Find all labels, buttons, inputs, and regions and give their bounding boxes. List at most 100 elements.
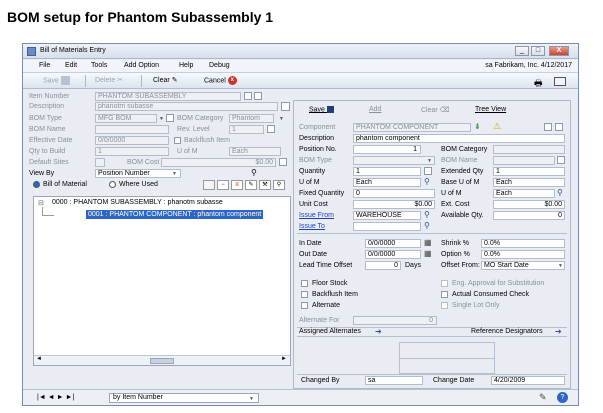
single-lot-checkbox[interactable] xyxy=(441,302,448,309)
description-expand-icon[interactable] xyxy=(281,102,290,111)
uom-field[interactable]: Each xyxy=(229,147,281,156)
tree-child-item[interactable]: 0001 : PHANTOM COMPONENT : phantom compo… xyxy=(86,210,264,219)
offset-from-select[interactable]: MO Start Date xyxy=(481,261,565,270)
unit-cost-field[interactable]: $0.00 xyxy=(353,200,435,209)
bom-type-field[interactable]: MFG BOM xyxy=(95,114,157,123)
eng-approval-checkbox[interactable] xyxy=(441,280,448,287)
bom-type-dropdown-icon[interactable]: ▼ xyxy=(427,158,432,164)
scroll-right-icon[interactable]: ► xyxy=(281,356,287,362)
issue-from-field[interactable]: WAREHOUSE xyxy=(353,211,421,220)
view-by-select[interactable]: Position Number xyxy=(95,169,181,178)
bom-cost-field[interactable]: $0.00 xyxy=(161,158,276,167)
in-date-calendar-icon[interactable]: ▦ xyxy=(424,238,432,247)
bom-type-field[interactable] xyxy=(353,156,435,165)
position-field[interactable]: 1 xyxy=(353,145,421,154)
default-sites-arrow-icon[interactable] xyxy=(95,158,105,167)
menu-debug[interactable]: Debug xyxy=(209,62,230,69)
minimize-button[interactable]: _ xyxy=(515,46,529,56)
menu-add-option[interactable]: Add Option xyxy=(124,62,159,69)
go-icon[interactable]: ⇟ xyxy=(474,122,481,131)
menu-file[interactable]: File xyxy=(39,62,50,69)
remove-icon[interactable]: − xyxy=(217,180,229,190)
radio-where-used[interactable] xyxy=(109,181,116,188)
help-icon[interactable]: ? xyxy=(557,392,568,403)
description-field[interactable]: phanotm subasse xyxy=(95,102,278,111)
issue-from-lookup-icon[interactable]: ⚲ xyxy=(424,210,430,219)
bom-name-field[interactable] xyxy=(493,156,555,165)
alternate-checkbox[interactable] xyxy=(301,302,308,309)
uom2-lookup-icon[interactable]: ⚲ xyxy=(557,188,563,197)
reference-designators-arrow-icon[interactable]: ➔ xyxy=(555,327,562,336)
horizontal-scrollbar[interactable]: ◄ ► xyxy=(34,355,290,365)
issue-from-link[interactable]: Issue From xyxy=(299,212,334,219)
menu-help[interactable]: Help xyxy=(179,62,193,69)
collapse-icon[interactable] xyxy=(203,180,215,190)
uom-field[interactable]: Each xyxy=(353,178,421,187)
tree-root-item[interactable]: 0000 : PHANTOM SUBASSEMBLY : phanotm sub… xyxy=(52,199,223,206)
sort-by-dropdown-icon[interactable]: ▼ xyxy=(249,396,254,402)
quantity-field[interactable]: 1 xyxy=(353,167,421,176)
item-number-field[interactable]: PHANTOM SUBASSEMBLY xyxy=(95,92,241,101)
shrink-field[interactable]: 0.0% xyxy=(481,239,565,248)
list-icon[interactable]: ≡ xyxy=(231,180,243,190)
find-icon[interactable]: ⚲ xyxy=(273,180,285,190)
maximize-button[interactable]: □ xyxy=(531,46,545,56)
option-field[interactable]: 0.0% xyxy=(481,250,565,259)
bom-cost-expand-icon[interactable] xyxy=(279,158,287,166)
window-options-icon[interactable] xyxy=(554,77,566,86)
bom-type-dropdown-icon[interactable]: ▼ xyxy=(159,116,164,122)
note-icon[interactable]: ✎ xyxy=(539,392,547,403)
view-by-dropdown-icon[interactable]: ▼ xyxy=(172,171,177,177)
scroll-thumb[interactable] xyxy=(150,358,174,364)
assigned-alternates-arrow-icon[interactable]: ➔ xyxy=(375,327,382,336)
bom-name-field[interactable] xyxy=(95,125,169,134)
component-note-icon[interactable] xyxy=(555,123,563,131)
item-note-icon[interactable] xyxy=(254,92,262,100)
component-description-field[interactable]: phantom component xyxy=(353,134,565,143)
bom-category-field[interactable]: Phantom xyxy=(229,114,274,123)
fixed-quantity-field[interactable]: 0 xyxy=(353,189,435,198)
warning-icon[interactable]: ⚠ xyxy=(493,121,501,132)
bom-category-field[interactable] xyxy=(493,145,565,154)
rev-level-note-icon[interactable] xyxy=(267,125,275,133)
out-date-field[interactable]: 0/0/0000 xyxy=(365,250,421,259)
backflush-checkbox[interactable] xyxy=(174,137,181,144)
in-date-field[interactable]: 0/0/0000 xyxy=(365,239,421,248)
bom-tree[interactable]: ⊟ 0000 : PHANTOM SUBASSEMBLY : phanotm s… xyxy=(33,196,291,366)
scroll-left-icon[interactable]: ◄ xyxy=(36,356,42,362)
cancel-button[interactable]: Cancel x xyxy=(204,76,237,85)
issue-to-lookup-icon[interactable]: ⚲ xyxy=(424,221,430,230)
close-button[interactable]: X xyxy=(549,46,569,56)
qty-to-build-field[interactable]: 1 xyxy=(95,147,169,156)
print-icon[interactable]: 🖶 xyxy=(534,76,543,92)
bom-category-dropdown-icon[interactable]: ▼ xyxy=(279,116,284,122)
binoculars-icon[interactable]: ⚲ xyxy=(251,168,257,177)
floor-stock-checkbox[interactable] xyxy=(301,280,308,287)
tools-icon[interactable]: ⚒ xyxy=(259,180,271,190)
effective-date-field[interactable]: 0/0/0000 xyxy=(95,136,169,145)
record-navigation[interactable]: |◄ ◄ ► ►| xyxy=(37,394,74,401)
tree-view-button[interactable]: Tree View xyxy=(475,106,506,113)
rev-level-field[interactable]: 1 xyxy=(229,125,264,134)
uom2-field[interactable]: Each xyxy=(493,189,555,198)
alternate-for-field[interactable]: 0 xyxy=(353,316,437,325)
issue-to-link[interactable]: Issue To xyxy=(299,223,325,230)
component-add-button[interactable]: Add xyxy=(369,106,381,113)
backflush-item-checkbox[interactable] xyxy=(301,291,308,298)
actual-consumed-checkbox[interactable] xyxy=(441,291,448,298)
issue-to-field[interactable] xyxy=(353,222,421,231)
expand-icon[interactable]: ⊟ xyxy=(38,199,44,207)
quantity-note-icon[interactable] xyxy=(424,167,432,175)
component-field[interactable]: PHANTOM COMPONENT xyxy=(353,123,471,132)
edit-icon[interactable]: ✎ xyxy=(245,180,257,190)
clear-button[interactable]: Clear ✎ xyxy=(153,76,178,84)
radio-bill-of-material[interactable] xyxy=(33,181,40,188)
bom-name-note-icon[interactable] xyxy=(557,156,565,164)
offset-from-dropdown-icon[interactable]: ▼ xyxy=(558,263,563,269)
component-lookup-icon[interactable] xyxy=(544,123,552,131)
menu-edit[interactable]: Edit xyxy=(65,62,77,69)
lead-time-offset-field[interactable]: 0 xyxy=(365,261,401,270)
uom-lookup-icon[interactable]: ⚲ xyxy=(424,177,430,186)
component-save-button[interactable]: Save xyxy=(309,106,334,113)
out-date-calendar-icon[interactable]: ▦ xyxy=(424,249,432,258)
